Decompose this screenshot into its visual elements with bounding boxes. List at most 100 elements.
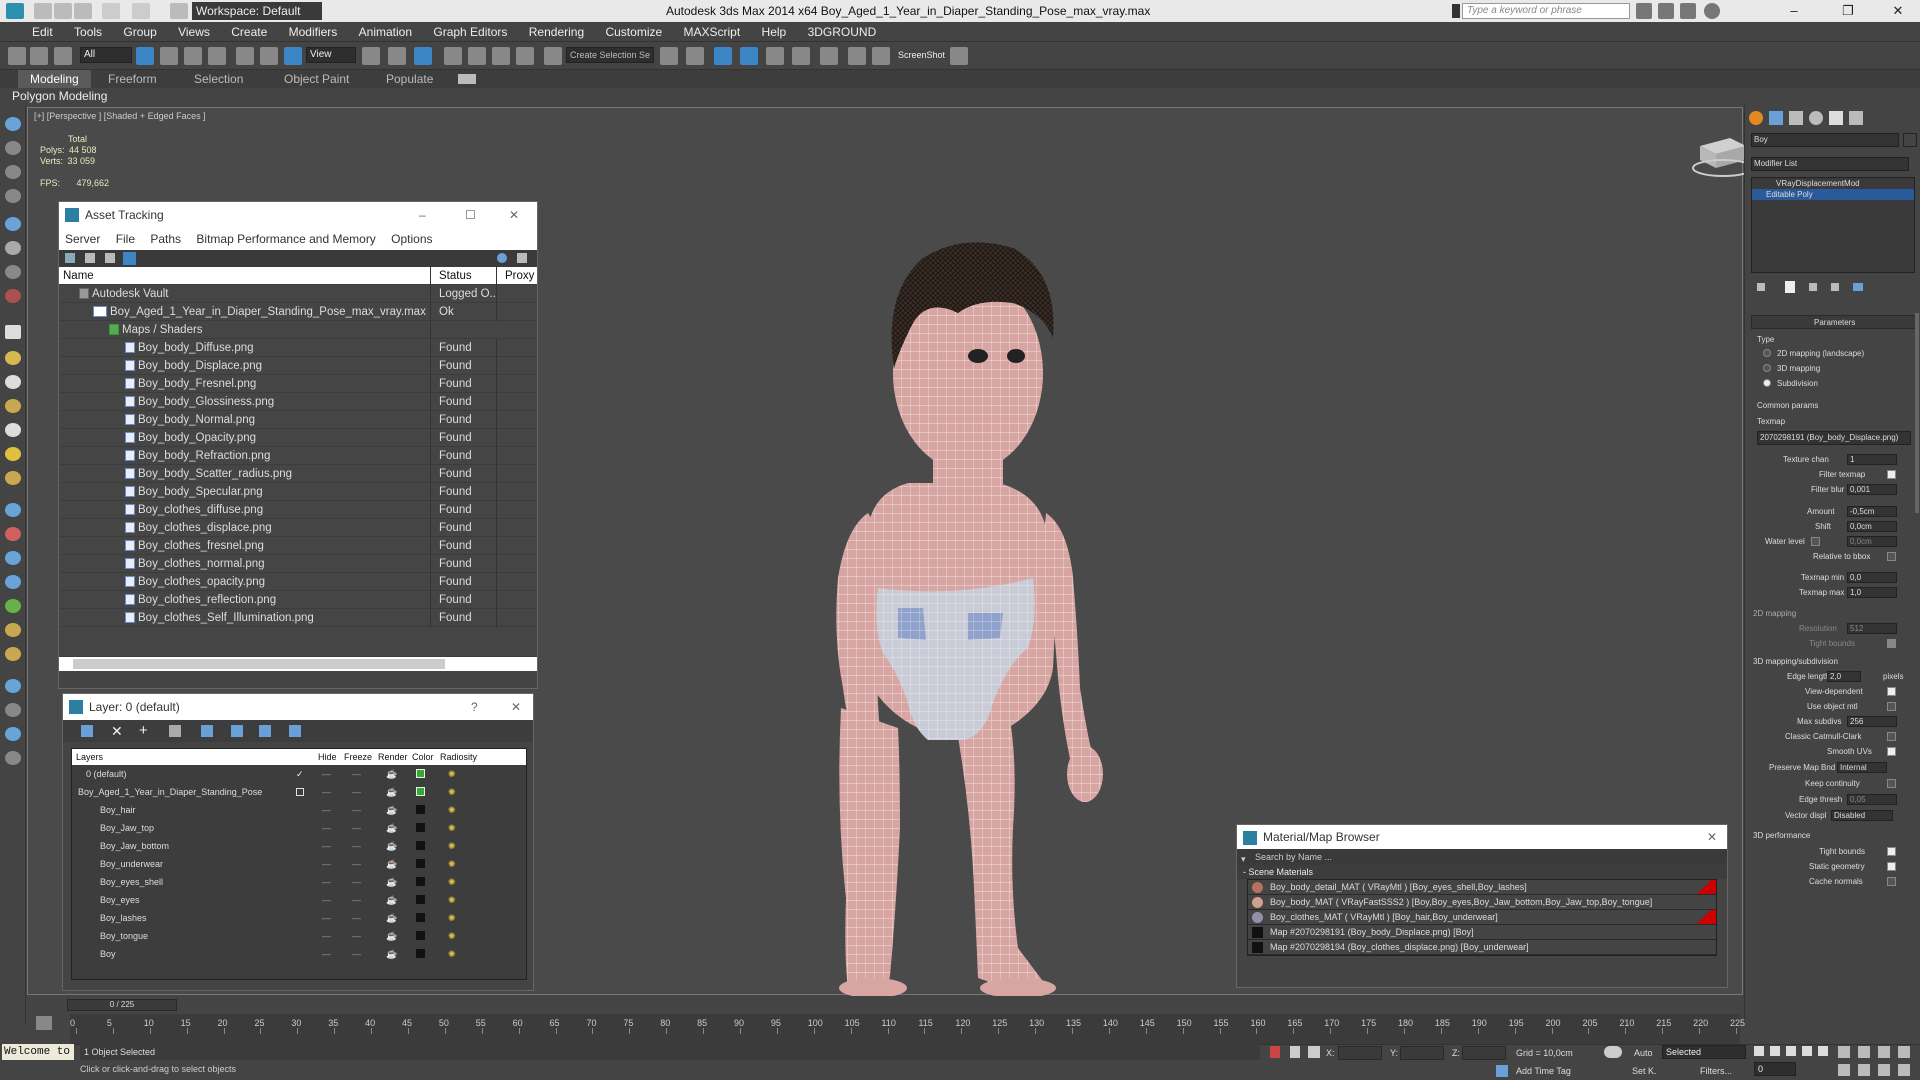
layer-row[interactable]: 0 (default) ✓ — — ☕ ✺ [72,765,526,783]
radiosity-icon[interactable]: ✺ [448,891,456,909]
cache-normals-checkbox[interactable] [1887,877,1896,886]
named-selection-dropdown[interactable]: Create Selection Se [566,47,654,63]
hide-toggle[interactable]: — [322,819,331,837]
tab-modeling[interactable]: Modeling [18,70,91,88]
layer-titlebar[interactable]: Layer: 0 (default) ? ✕ [63,694,533,720]
rotate-icon[interactable] [260,47,278,65]
hierarchy-tab-icon[interactable] [1789,111,1803,125]
new-file-icon[interactable] [34,3,52,19]
amount-spinner[interactable]: -0,5cm [1847,506,1897,517]
hide-toggle[interactable]: — [322,837,331,855]
object-color-button[interactable] [1903,133,1917,147]
utility-panel-icon[interactable] [5,727,21,741]
list-view-icon[interactable] [85,253,95,263]
material-row[interactable]: Boy_body_MAT ( VRayFastSSS2 ) [Boy,Boy_e… [1248,895,1716,910]
layer-row[interactable]: Boy_underwear — — ☕ ✺ [72,855,526,873]
menu-rendering[interactable]: Rendering [520,22,593,42]
previous-frame-icon[interactable] [1770,1046,1780,1056]
map-row[interactable]: Map #2070298191 (Boy_body_Displace.png) … [1248,925,1716,940]
object-name-field[interactable]: Boy [1751,133,1899,147]
col-radiosity[interactable]: Radiosity [440,749,477,765]
table-row[interactable]: Autodesk Vault Logged O... [59,285,537,303]
render-teapot-icon[interactable]: ☕ [386,927,397,945]
polygon-modeling-label[interactable]: Polygon Modeling [12,88,107,105]
geosphere-icon[interactable] [5,471,21,485]
rendered-frame-window-icon[interactable] [872,47,890,65]
render-setup-icon[interactable] [848,47,866,65]
table-row[interactable]: Boy_body_Opacity.png Found [59,429,537,447]
cylinder-icon[interactable] [5,241,21,255]
view-dependent-checkbox[interactable] [1887,687,1896,696]
redo-icon[interactable] [132,3,150,19]
mmb-search-input[interactable]: ▾ Search by Name ... [1237,849,1727,865]
edge-length-spinner[interactable]: 2,0 [1827,671,1861,682]
static-geometry-checkbox[interactable] [1887,862,1896,871]
hide-toggle[interactable]: — [322,765,331,783]
hide-toggle[interactable]: — [322,927,331,945]
add-to-layer-icon[interactable] [169,725,181,737]
z-coord-field[interactable] [1462,1046,1506,1060]
mirror-icon[interactable] [660,47,678,65]
app-logo-icon[interactable] [6,3,24,19]
scale-icon[interactable] [284,47,302,65]
col-proxy[interactable]: Proxy R [501,267,537,285]
layer-row[interactable]: Boy_eyes — — ☕ ✺ [72,891,526,909]
set-key-button[interactable]: Set K. [1632,1066,1657,1076]
layer-row[interactable]: Boy_hair — — ☕ ✺ [72,801,526,819]
open-file-icon[interactable] [54,3,72,19]
select-object-icon[interactable] [136,47,154,65]
pivot-center-icon[interactable] [362,47,380,65]
layer-row[interactable]: Boy_Jaw_top — — ☕ ✺ [72,819,526,837]
freeze-toggle[interactable]: — [352,819,361,837]
zoom-extents-icon[interactable] [1878,1046,1890,1058]
object-color-swatch[interactable] [416,841,425,850]
active-layer-check-icon[interactable]: ✓ [296,765,304,783]
material-row[interactable]: Boy_body_detail_MAT ( VRayMtl ) [Boy_eye… [1248,880,1716,895]
cone-icon[interactable] [5,351,21,365]
workspace-dropdown[interactable]: Workspace: Default [192,2,322,20]
scene-materials-header[interactable]: - Scene Materials [1237,865,1727,879]
keep-continuity-checkbox[interactable] [1887,779,1896,788]
refresh-icon[interactable] [65,253,75,263]
search-options-chevron-icon[interactable]: ▾ [1241,851,1246,867]
object-color-swatch[interactable] [416,895,425,904]
table-row[interactable]: Boy_body_Refraction.png Found [59,447,537,465]
radiosity-icon[interactable]: ✺ [448,783,456,801]
hide-toggle[interactable]: — [322,873,331,891]
type-2d-radio[interactable] [1763,349,1771,357]
align-icon[interactable] [686,47,704,65]
key-filter-dropdown[interactable]: Selected [1662,1045,1746,1059]
menu-modifiers[interactable]: Modifiers [280,22,347,42]
radiosity-icon[interactable]: ✺ [448,873,456,891]
play-icon[interactable] [1786,1046,1796,1056]
track-bar[interactable]: 0 5 10 15 20 25 30 35 40 45 50 55 60 65 70 75 80 85 90 95 10… [70,1014,1745,1044]
goto-end-icon[interactable] [1818,1046,1828,1056]
pin-stack-icon[interactable] [1757,283,1765,291]
ribbon-options-icon[interactable] [458,74,476,84]
table-row[interactable]: Boy_body_Scatter_radius.png Found [59,465,537,483]
key-filters-button[interactable]: Filters... [1700,1066,1732,1076]
texmap-min-spinner[interactable]: 0,0 [1847,572,1897,583]
configure-modifier-sets-icon[interactable] [1853,283,1863,291]
col-color[interactable]: Color [412,749,434,765]
help-icon-2[interactable] [497,253,507,263]
goto-start-icon[interactable] [1754,1046,1764,1056]
unlink-icon[interactable] [30,47,48,65]
menu-graph-editors[interactable]: Graph Editors [424,22,516,42]
render-teapot-icon[interactable]: ☕ [386,873,397,891]
col-hide[interactable]: Hide [318,749,337,765]
material-editor-icon[interactable] [820,47,838,65]
modifier-list-dropdown[interactable]: Modifier List [1751,157,1909,171]
tab-populate[interactable]: Populate [386,70,433,88]
table-row[interactable]: Boy_body_Displace.png Found [59,357,537,375]
radiosity-icon[interactable]: ✺ [448,801,456,819]
hide-toggle[interactable]: — [322,945,331,963]
object-color-swatch[interactable] [416,931,425,940]
selection-lock-icon[interactable] [1290,1046,1300,1058]
table-row[interactable]: Boy_body_Glossiness.png Found [59,393,537,411]
menu-maxscript[interactable]: MAXScript [675,22,750,42]
radiosity-icon[interactable]: ✺ [448,819,456,837]
freeze-toggle[interactable]: — [352,873,361,891]
table-row[interactable]: Boy_clothes_opacity.png Found [59,573,537,591]
render-teapot-icon[interactable]: ☕ [386,783,397,801]
